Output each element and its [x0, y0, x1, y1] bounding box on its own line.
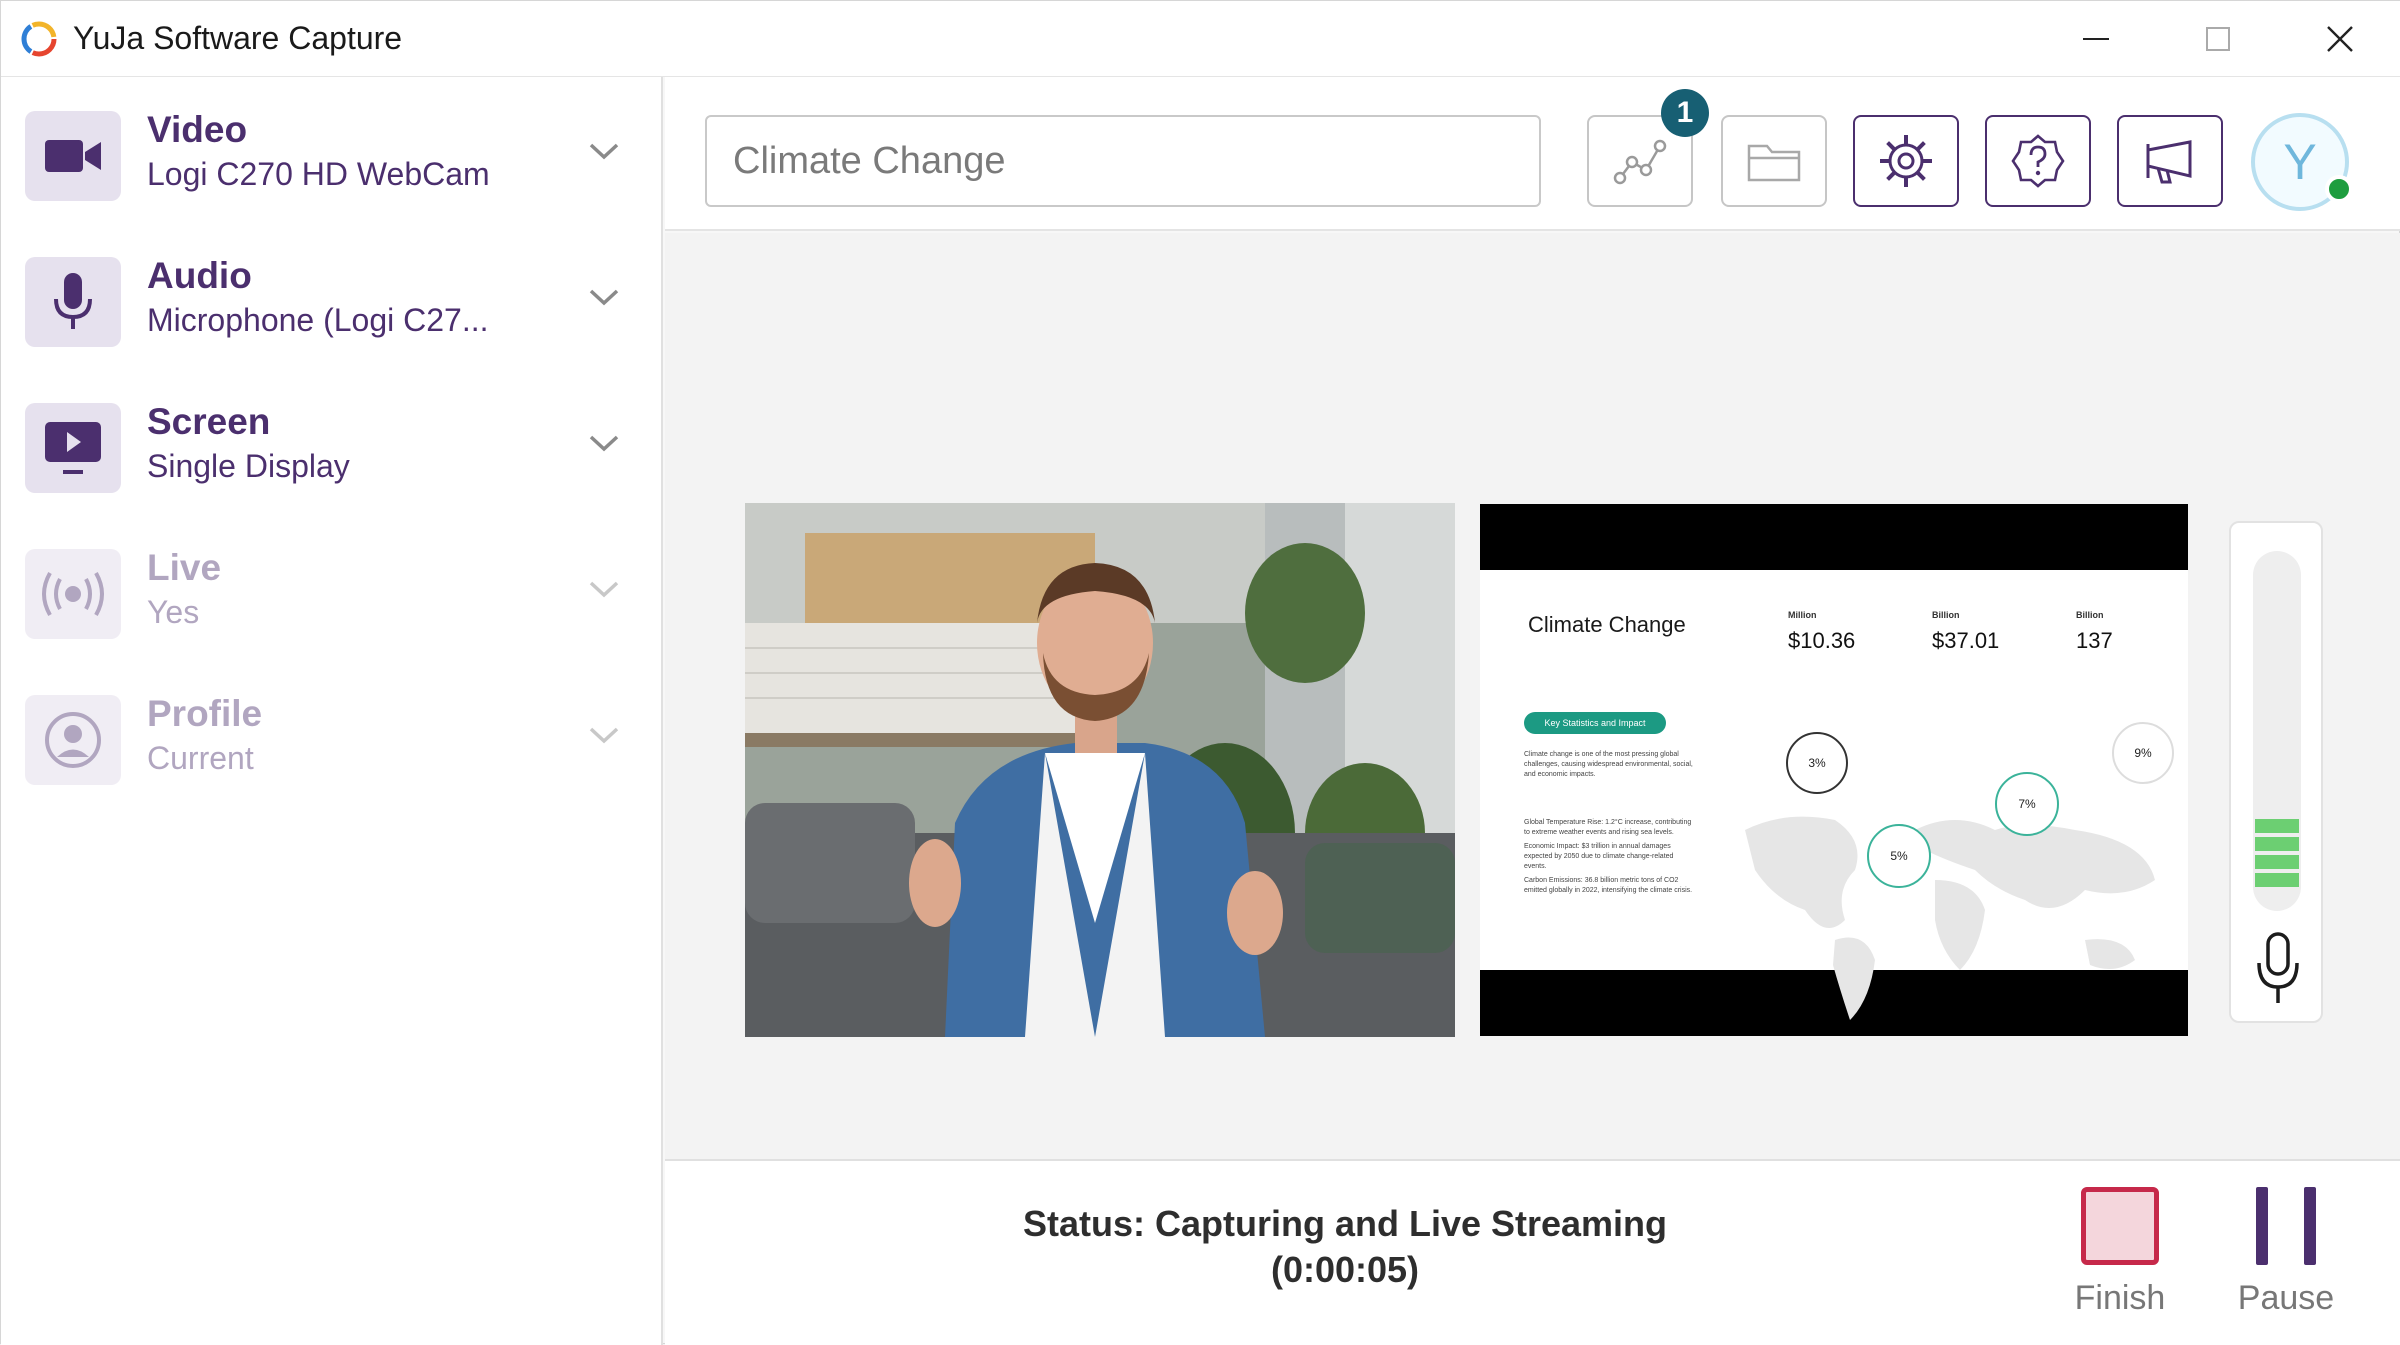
audio-level-segment [2255, 873, 2299, 887]
chevron-down-icon[interactable] [584, 131, 624, 171]
slide-stat-value: 137 [2076, 628, 2113, 653]
chevron-down-icon[interactable] [584, 423, 624, 463]
recording-title-input[interactable] [705, 115, 1541, 207]
pause-label: Pause [2237, 1279, 2335, 1317]
audio-level-meter [2229, 521, 2323, 1023]
minimize-icon [2083, 38, 2109, 40]
window-controls [2035, 1, 2400, 77]
online-status-dot [2325, 175, 2353, 203]
announcement-button[interactable] [2117, 115, 2223, 207]
notification-badge: 1 [1661, 89, 1709, 137]
slide-section-pill: Key Statistics and Impact [1524, 712, 1666, 734]
announcement-icon [2146, 140, 2192, 184]
minimize-button[interactable] [2035, 1, 2157, 77]
folder-icon [1747, 144, 1801, 182]
finish-button[interactable]: Finish [2045, 1187, 2195, 1327]
toolbar: 1 Y [665, 77, 2400, 231]
slide-stat-label: Billion [1932, 610, 1960, 620]
yuja-logo-icon [21, 21, 57, 56]
screen-play-icon [25, 403, 121, 493]
sidebar-item-screen[interactable]: Screen Single Display [1, 383, 663, 513]
slide-intro-text: Climate change is one of the most pressi… [1524, 751, 1693, 778]
sidebar-item-title: Screen [147, 401, 271, 442]
status-line: Status: Capturing and Live Streaming [1022, 1203, 1668, 1244]
profile-icon [25, 695, 121, 785]
webcam-preview [745, 503, 1455, 1037]
sidebar-item-subtitle: Logi C270 HD WebCam [147, 156, 490, 192]
slide-stat: Billion 137 [2076, 610, 2113, 654]
slide-bullet: Global Temperature Rise: 1.2°C increase,… [1524, 819, 1692, 836]
sidebar-item-video[interactable]: Video Logi C270 HD WebCam [1, 91, 663, 221]
slide-stat: Million $10.36 [1788, 610, 1855, 654]
map-stat-circle: 7% [1995, 772, 2059, 836]
sidebar-item-live[interactable]: Live Yes [1, 529, 663, 659]
close-button[interactable] [2279, 1, 2400, 77]
close-icon [2327, 26, 2353, 52]
sidebar-item-subtitle: Current [147, 740, 254, 776]
pause-button[interactable]: Pause [2211, 1187, 2361, 1327]
settings-gear-icon [1880, 135, 1932, 187]
source-sidebar: Video Logi C270 HD WebCam Audio Micropho… [1, 77, 663, 1345]
status-timer: (0:00:05) [1270, 1249, 1420, 1290]
sidebar-item-title: Audio [147, 255, 252, 296]
audio-level-segment [2255, 819, 2299, 833]
slide-bullet: Economic Impact: $3 trillion in annual d… [1524, 843, 1674, 870]
presentation-slide: Climate Change Million $10.36 Billion $3… [1480, 570, 2188, 1020]
maximize-icon [2206, 27, 2230, 51]
sidebar-item-title: Profile [147, 693, 263, 734]
microphone-icon [2257, 932, 2299, 1003]
map-stat-circle: 9% [2112, 722, 2174, 784]
map-stat-circle: 5% [1867, 824, 1931, 888]
folder-button[interactable] [1721, 115, 1827, 207]
title-bar: YuJa Software Capture [1, 1, 2400, 77]
audio-level-bars [2255, 819, 2299, 891]
slide-stat-label: Million [1788, 610, 1817, 620]
slide-stat-label: Billion [2076, 610, 2104, 620]
capture-status: Status: Capturing and Live Streaming (0:… [665, 1201, 2025, 1293]
app-window: YuJa Software Capture Video Logi C270 HD… [0, 0, 2400, 1345]
help-button[interactable] [1985, 115, 2091, 207]
sidebar-item-profile[interactable]: Profile Current [1, 675, 663, 805]
slide-bullet: Carbon Emissions: 36.8 billion metric to… [1524, 877, 1693, 894]
slide-bullet-list: Global Temperature Rise: 1.2°C increase,… [1524, 818, 1696, 900]
pause-icon [2256, 1187, 2316, 1265]
sidebar-item-audio[interactable]: Audio Microphone (Logi C27... [1, 237, 663, 367]
analytics-icon [1613, 139, 1667, 185]
broadcast-icon [25, 549, 121, 639]
slide-title: Climate Change [1528, 612, 1686, 637]
maximize-button[interactable] [2157, 1, 2279, 77]
audio-level-segment [2255, 837, 2299, 851]
sidebar-item-subtitle: Single Display [147, 448, 350, 484]
chevron-down-icon[interactable] [584, 569, 624, 609]
sidebar-item-subtitle: Microphone (Logi C27... [147, 302, 489, 338]
help-icon [2011, 134, 2065, 188]
main-panel: 1 Y [665, 77, 2400, 1345]
sidebar-item-title: Video [147, 109, 248, 150]
slide-stat: Billion $37.01 [1932, 610, 1999, 654]
status-bar: Status: Capturing and Live Streaming (0:… [665, 1159, 2400, 1345]
sidebar-item-title: Live [147, 547, 222, 588]
stop-square-icon [2081, 1187, 2159, 1265]
slide-stat-value: $37.01 [1932, 628, 2000, 653]
map-stat-circle: 3% [1786, 732, 1848, 794]
sidebar-item-subtitle: Yes [147, 594, 200, 630]
preview-area: Climate Change Million $10.36 Billion $3… [665, 233, 2400, 1233]
webcam-image [745, 503, 1455, 1037]
world-map-graphic [1745, 816, 2155, 1020]
chevron-down-icon[interactable] [584, 277, 624, 317]
audio-level-segment [2255, 855, 2299, 869]
slide-stat-value: $10.36 [1788, 628, 1856, 653]
video-camera-icon [25, 111, 121, 201]
finish-label: Finish [2074, 1279, 2166, 1317]
chevron-down-icon[interactable] [584, 715, 624, 755]
window-title: YuJa Software Capture [73, 20, 403, 56]
settings-button[interactable] [1853, 115, 1959, 207]
microphone-icon [25, 257, 121, 347]
screen-preview: Climate Change Million $10.36 Billion $3… [1480, 504, 2188, 1036]
